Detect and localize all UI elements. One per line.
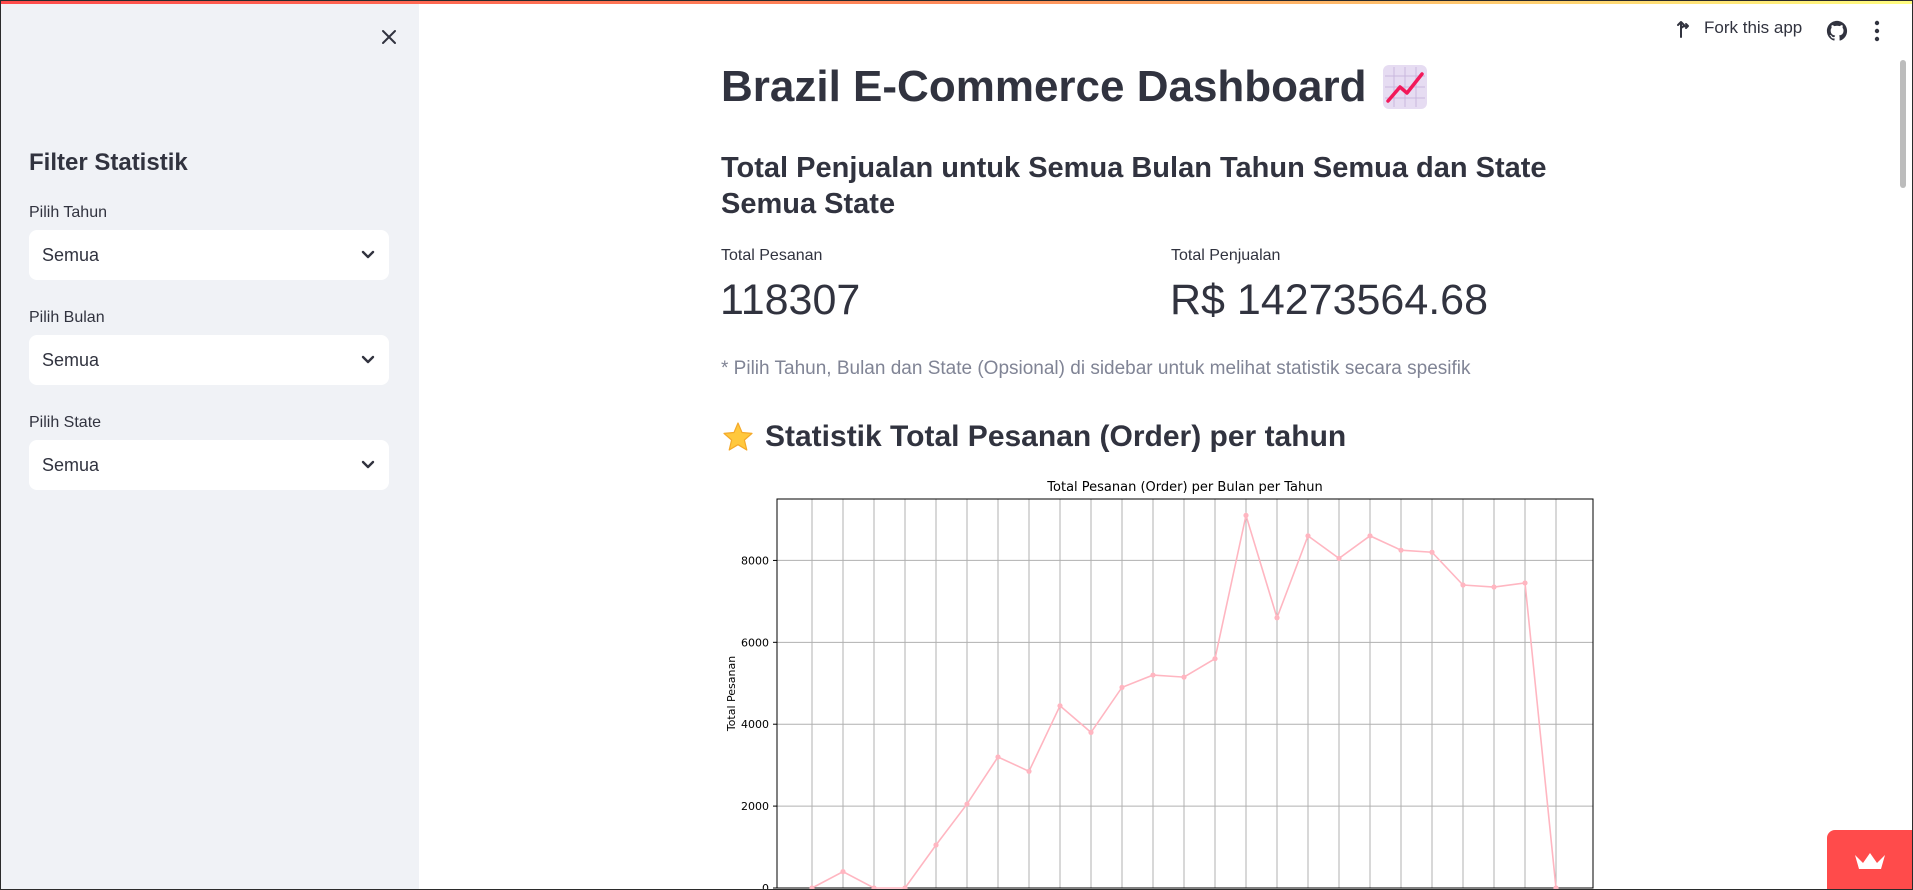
- chevron-down-icon: [361, 250, 375, 259]
- chart-point: [871, 885, 877, 890]
- subheader: Total Penjualan untuk Semua Bulan Tahun …: [721, 152, 1547, 220]
- scrollbar-thumb[interactable]: [1900, 60, 1906, 188]
- chart-point: [1491, 584, 1497, 590]
- page-title-text: Brazil E-Commerce Dashboard: [721, 62, 1367, 111]
- chart-point: [1243, 512, 1249, 518]
- chart-point: [809, 885, 815, 890]
- chevron-down-icon: [361, 460, 375, 469]
- month-select-value: Semua: [42, 349, 100, 370]
- page-title: Brazil E-Commerce Dashboard: [721, 62, 1427, 112]
- month-select[interactable]: Semua: [29, 335, 389, 385]
- chart-frame: [776, 498, 1594, 889]
- fork-icon: [1677, 21, 1689, 38]
- fork-app-label: Fork this app: [1704, 18, 1803, 37]
- state-select[interactable]: Semua: [29, 440, 389, 490]
- sidebar-title: Filter Statistik: [29, 149, 188, 176]
- chevron-down-icon: [361, 355, 375, 364]
- chart-point: [840, 869, 846, 875]
- filter-year-label: Pilih Tahun: [29, 204, 107, 221]
- chart-title: Total Pesanan (Order) per Bulan per Tahu…: [1046, 480, 1322, 495]
- metric-sales-label: Total Penjualan: [1171, 247, 1281, 264]
- chart-ytick-label: 4000: [741, 718, 769, 731]
- chart-ytick-label: 2000: [741, 800, 769, 813]
- section-header: Statistik Total Pesanan (Order) per tahu…: [721, 420, 1346, 454]
- chart-point: [933, 842, 939, 848]
- chart-point: [1367, 533, 1373, 539]
- chart-ytick-label: 0: [762, 882, 769, 890]
- metric-orders-value: 118307: [720, 276, 861, 324]
- chart-point: [1150, 672, 1156, 678]
- caption-note: * Pilih Tahun, Bulan dan State (Opsional…: [721, 358, 1471, 379]
- fork-app-button[interactable]: Fork this app: [1676, 18, 1802, 38]
- metric-sales-value: R$ 14273564.68: [1170, 276, 1489, 324]
- sidebar: Filter Statistik Pilih Tahun Semua Pilih…: [0, 4, 419, 890]
- chart-point: [1088, 729, 1094, 735]
- kebab-menu-icon[interactable]: [1873, 20, 1881, 47]
- chart-ytick-label: 8000: [741, 554, 769, 567]
- chart-point: [995, 754, 1001, 760]
- chart-point: [1460, 582, 1466, 588]
- github-icon[interactable]: [1826, 20, 1848, 47]
- streamlit-crown-icon: [1855, 853, 1885, 869]
- year-select[interactable]: Semua: [29, 230, 389, 280]
- close-icon[interactable]: [376, 24, 402, 50]
- orders-line-chart: Total Pesanan (Order) per Bulan per Tahu…: [725, 480, 1594, 890]
- streamlit-badge[interactable]: [1827, 830, 1913, 890]
- chart-ylabel: Total Pesanan: [725, 656, 738, 732]
- year-select-value: Semua: [42, 244, 100, 265]
- chart-ytick-label: 6000: [741, 636, 769, 649]
- chart-point: [1119, 684, 1125, 690]
- filter-month-label: Pilih Bulan: [29, 309, 105, 326]
- chart-point: [1026, 768, 1032, 774]
- chart-point: [964, 801, 970, 807]
- chart-point: [1553, 885, 1559, 890]
- metric-orders-label: Total Pesanan: [721, 247, 823, 264]
- chart-point: [1212, 656, 1218, 662]
- filter-state-label: Pilih State: [29, 414, 102, 431]
- chart-increasing-icon: [1382, 65, 1427, 109]
- section-header-text: Statistik Total Pesanan (Order) per tahu…: [765, 420, 1347, 453]
- chart-point: [1274, 615, 1280, 621]
- chart-point: [1305, 533, 1311, 539]
- chart-point: [1181, 674, 1187, 680]
- state-select-value: Semua: [42, 454, 100, 475]
- chart-point: [1057, 703, 1063, 709]
- chart-point: [1336, 555, 1342, 561]
- star-icon: [723, 422, 753, 451]
- chart-point: [1522, 580, 1528, 586]
- chart-point: [1429, 549, 1435, 555]
- chart-point: [1398, 547, 1404, 553]
